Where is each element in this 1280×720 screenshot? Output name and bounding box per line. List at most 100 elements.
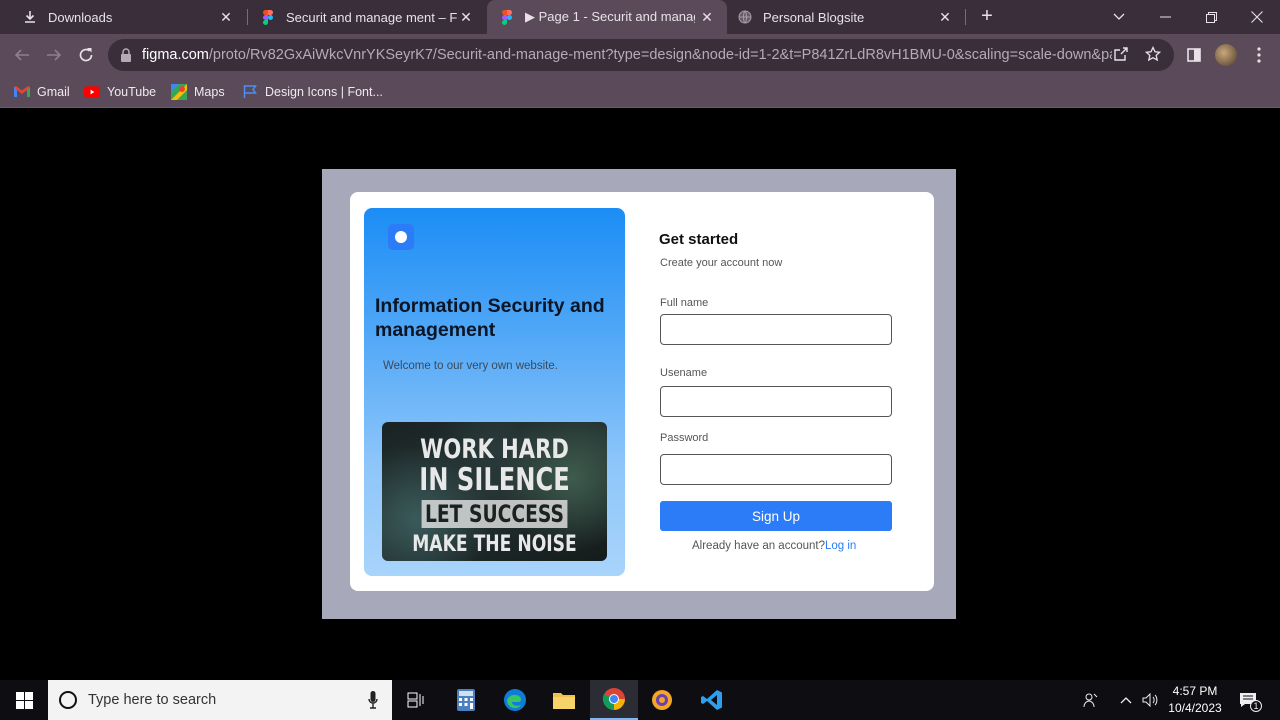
restore-icon xyxy=(1205,11,1217,23)
username-input[interactable] xyxy=(660,386,892,417)
quote-line: MAKE THE NOISE xyxy=(412,532,577,557)
profile-avatar[interactable] xyxy=(1215,44,1237,66)
login-prompt-text: Already have an account? xyxy=(692,540,825,552)
signup-form: Get started Create your account now Full… xyxy=(659,192,919,591)
system-clock[interactable]: 4:57 PM 10/4/2023 xyxy=(1160,683,1230,717)
tab-title: Securit and manage ment – Figma xyxy=(286,9,458,25)
chrome-app[interactable] xyxy=(590,680,638,720)
figma-icon xyxy=(260,9,276,25)
download-icon xyxy=(22,9,38,25)
browser-toolbar: figma.com/proto/Rv82GxAiWkcVnrYKSeyrK7/S… xyxy=(0,34,1280,76)
bookmark-youtube[interactable]: YouTube xyxy=(84,82,156,102)
search-placeholder: Type here to search xyxy=(88,692,217,708)
windows-taskbar: Type here to search 4:57 PM 10/4/2023 1 xyxy=(0,680,1280,720)
folder-icon xyxy=(553,693,575,709)
login-prompt: Already have an account?Log in xyxy=(692,540,856,552)
gmail-icon xyxy=(14,84,30,100)
sign-up-button[interactable]: Sign Up xyxy=(660,501,892,531)
chevron-down-icon xyxy=(1113,13,1125,20)
calculator-app[interactable] xyxy=(442,680,490,720)
prototype-canvas: Information Security and management Welc… xyxy=(0,109,1280,680)
brave-icon xyxy=(652,690,672,710)
arrow-left-icon xyxy=(14,49,29,61)
lock-icon[interactable] xyxy=(120,48,132,62)
close-window-button[interactable] xyxy=(1234,0,1280,34)
cortana-icon xyxy=(59,691,77,709)
tab-figma-file[interactable]: Securit and manage ment – Figma ✕ xyxy=(248,0,486,34)
restore-button[interactable] xyxy=(1188,0,1234,34)
star-icon[interactable] xyxy=(1144,45,1162,64)
bookmark-label: Maps xyxy=(194,85,225,99)
volume-icon[interactable] xyxy=(1140,680,1160,720)
microphone-icon[interactable] xyxy=(368,691,378,709)
clock-date: 10/4/2023 xyxy=(1168,701,1222,715)
motivational-quote-image: WORK HARD IN SILENCE LET SUCCESS MAKE TH… xyxy=(382,422,607,561)
bookmark-design-icons[interactable]: Design Icons | Font... xyxy=(242,82,383,102)
password-label: Password xyxy=(660,432,709,444)
side-panel-icon xyxy=(1187,48,1201,62)
full-name-label: Full name xyxy=(660,297,709,309)
password-input[interactable] xyxy=(660,454,892,485)
youtube-icon xyxy=(84,84,100,100)
close-icon[interactable]: ✕ xyxy=(458,9,474,25)
menu-button[interactable] xyxy=(1248,44,1270,66)
share-icon[interactable] xyxy=(1112,46,1130,64)
address-bar[interactable]: figma.com/proto/Rv82GxAiWkcVnrYKSeyrK7/S… xyxy=(108,39,1174,71)
clock-time: 4:57 PM xyxy=(1172,684,1218,698)
username-label: Usename xyxy=(660,367,708,379)
tab-personal-blogsite[interactable]: Personal Blogsite ✕ xyxy=(727,0,965,34)
form-title: Get started xyxy=(659,231,739,248)
quote-line-text: LET SUCCESS xyxy=(421,500,568,528)
side-panel-button[interactable] xyxy=(1183,44,1205,66)
minimize-button[interactable] xyxy=(1142,0,1188,34)
figma-icon xyxy=(499,9,515,25)
edge-icon xyxy=(504,689,526,711)
logo-icon xyxy=(388,224,414,250)
quote-line: WORK HARD xyxy=(420,434,569,465)
people-icon[interactable] xyxy=(1080,680,1102,720)
more-vertical-icon xyxy=(1257,47,1261,63)
bookmark-label: Gmail xyxy=(37,85,70,99)
calculator-icon xyxy=(457,689,475,711)
chevron-up-icon[interactable] xyxy=(1117,680,1135,720)
url-path: /proto/Rv82GxAiWkcVnrYKSeyrK7/Securit-an… xyxy=(208,47,1112,63)
login-link[interactable]: Log in xyxy=(825,540,856,552)
flag-icon xyxy=(242,84,258,100)
url-text[interactable]: figma.com/proto/Rv82GxAiWkcVnrYKSeyrK7/S… xyxy=(142,47,1112,63)
close-icon[interactable]: ✕ xyxy=(218,9,234,25)
file-explorer-app[interactable] xyxy=(540,680,588,720)
notification-center-button[interactable]: 1 xyxy=(1236,680,1262,720)
hero-panel: Information Security and management Welc… xyxy=(364,208,625,576)
quote-line: LET SUCCESS xyxy=(407,500,583,528)
back-button[interactable] xyxy=(10,43,34,67)
close-icon[interactable]: ✕ xyxy=(937,9,953,25)
close-icon[interactable]: ✕ xyxy=(699,9,715,25)
taskbar-search-box[interactable]: Type here to search xyxy=(48,680,392,720)
hero-title: Information Security and management xyxy=(375,295,605,341)
close-icon xyxy=(1251,11,1263,23)
brave-app[interactable] xyxy=(638,680,686,720)
bookmark-maps[interactable]: Maps xyxy=(171,82,225,102)
browser-tab-bar: Downloads ✕ Securit and manage ment – Fi… xyxy=(0,0,1280,34)
tab-figma-prototype[interactable]: ▶ Page 1 - Securit and manage ment ✕ xyxy=(487,0,727,34)
bookmark-gmail[interactable]: Gmail xyxy=(14,82,70,102)
windows-logo-icon xyxy=(15,691,33,709)
start-button[interactable] xyxy=(0,680,48,720)
tab-downloads[interactable]: Downloads ✕ xyxy=(8,0,246,34)
vscode-app[interactable] xyxy=(688,680,736,720)
task-view-button[interactable] xyxy=(392,680,440,720)
bookmark-label: YouTube xyxy=(107,85,157,99)
forward-button[interactable] xyxy=(42,43,66,67)
notification-badge: 1 xyxy=(1250,700,1262,712)
quote-line: IN SILENCE xyxy=(419,462,570,498)
reload-button[interactable] xyxy=(74,43,98,67)
full-name-input[interactable] xyxy=(660,314,892,345)
edge-app[interactable] xyxy=(491,680,539,720)
bookmark-label: Design Icons | Font... xyxy=(265,85,383,99)
tab-search-button[interactable] xyxy=(1096,0,1142,34)
globe-icon xyxy=(737,9,753,25)
url-host: figma.com xyxy=(142,47,209,63)
vscode-icon xyxy=(701,690,722,710)
new-tab-button[interactable]: + xyxy=(977,6,997,26)
tab-title: Downloads xyxy=(48,9,113,25)
